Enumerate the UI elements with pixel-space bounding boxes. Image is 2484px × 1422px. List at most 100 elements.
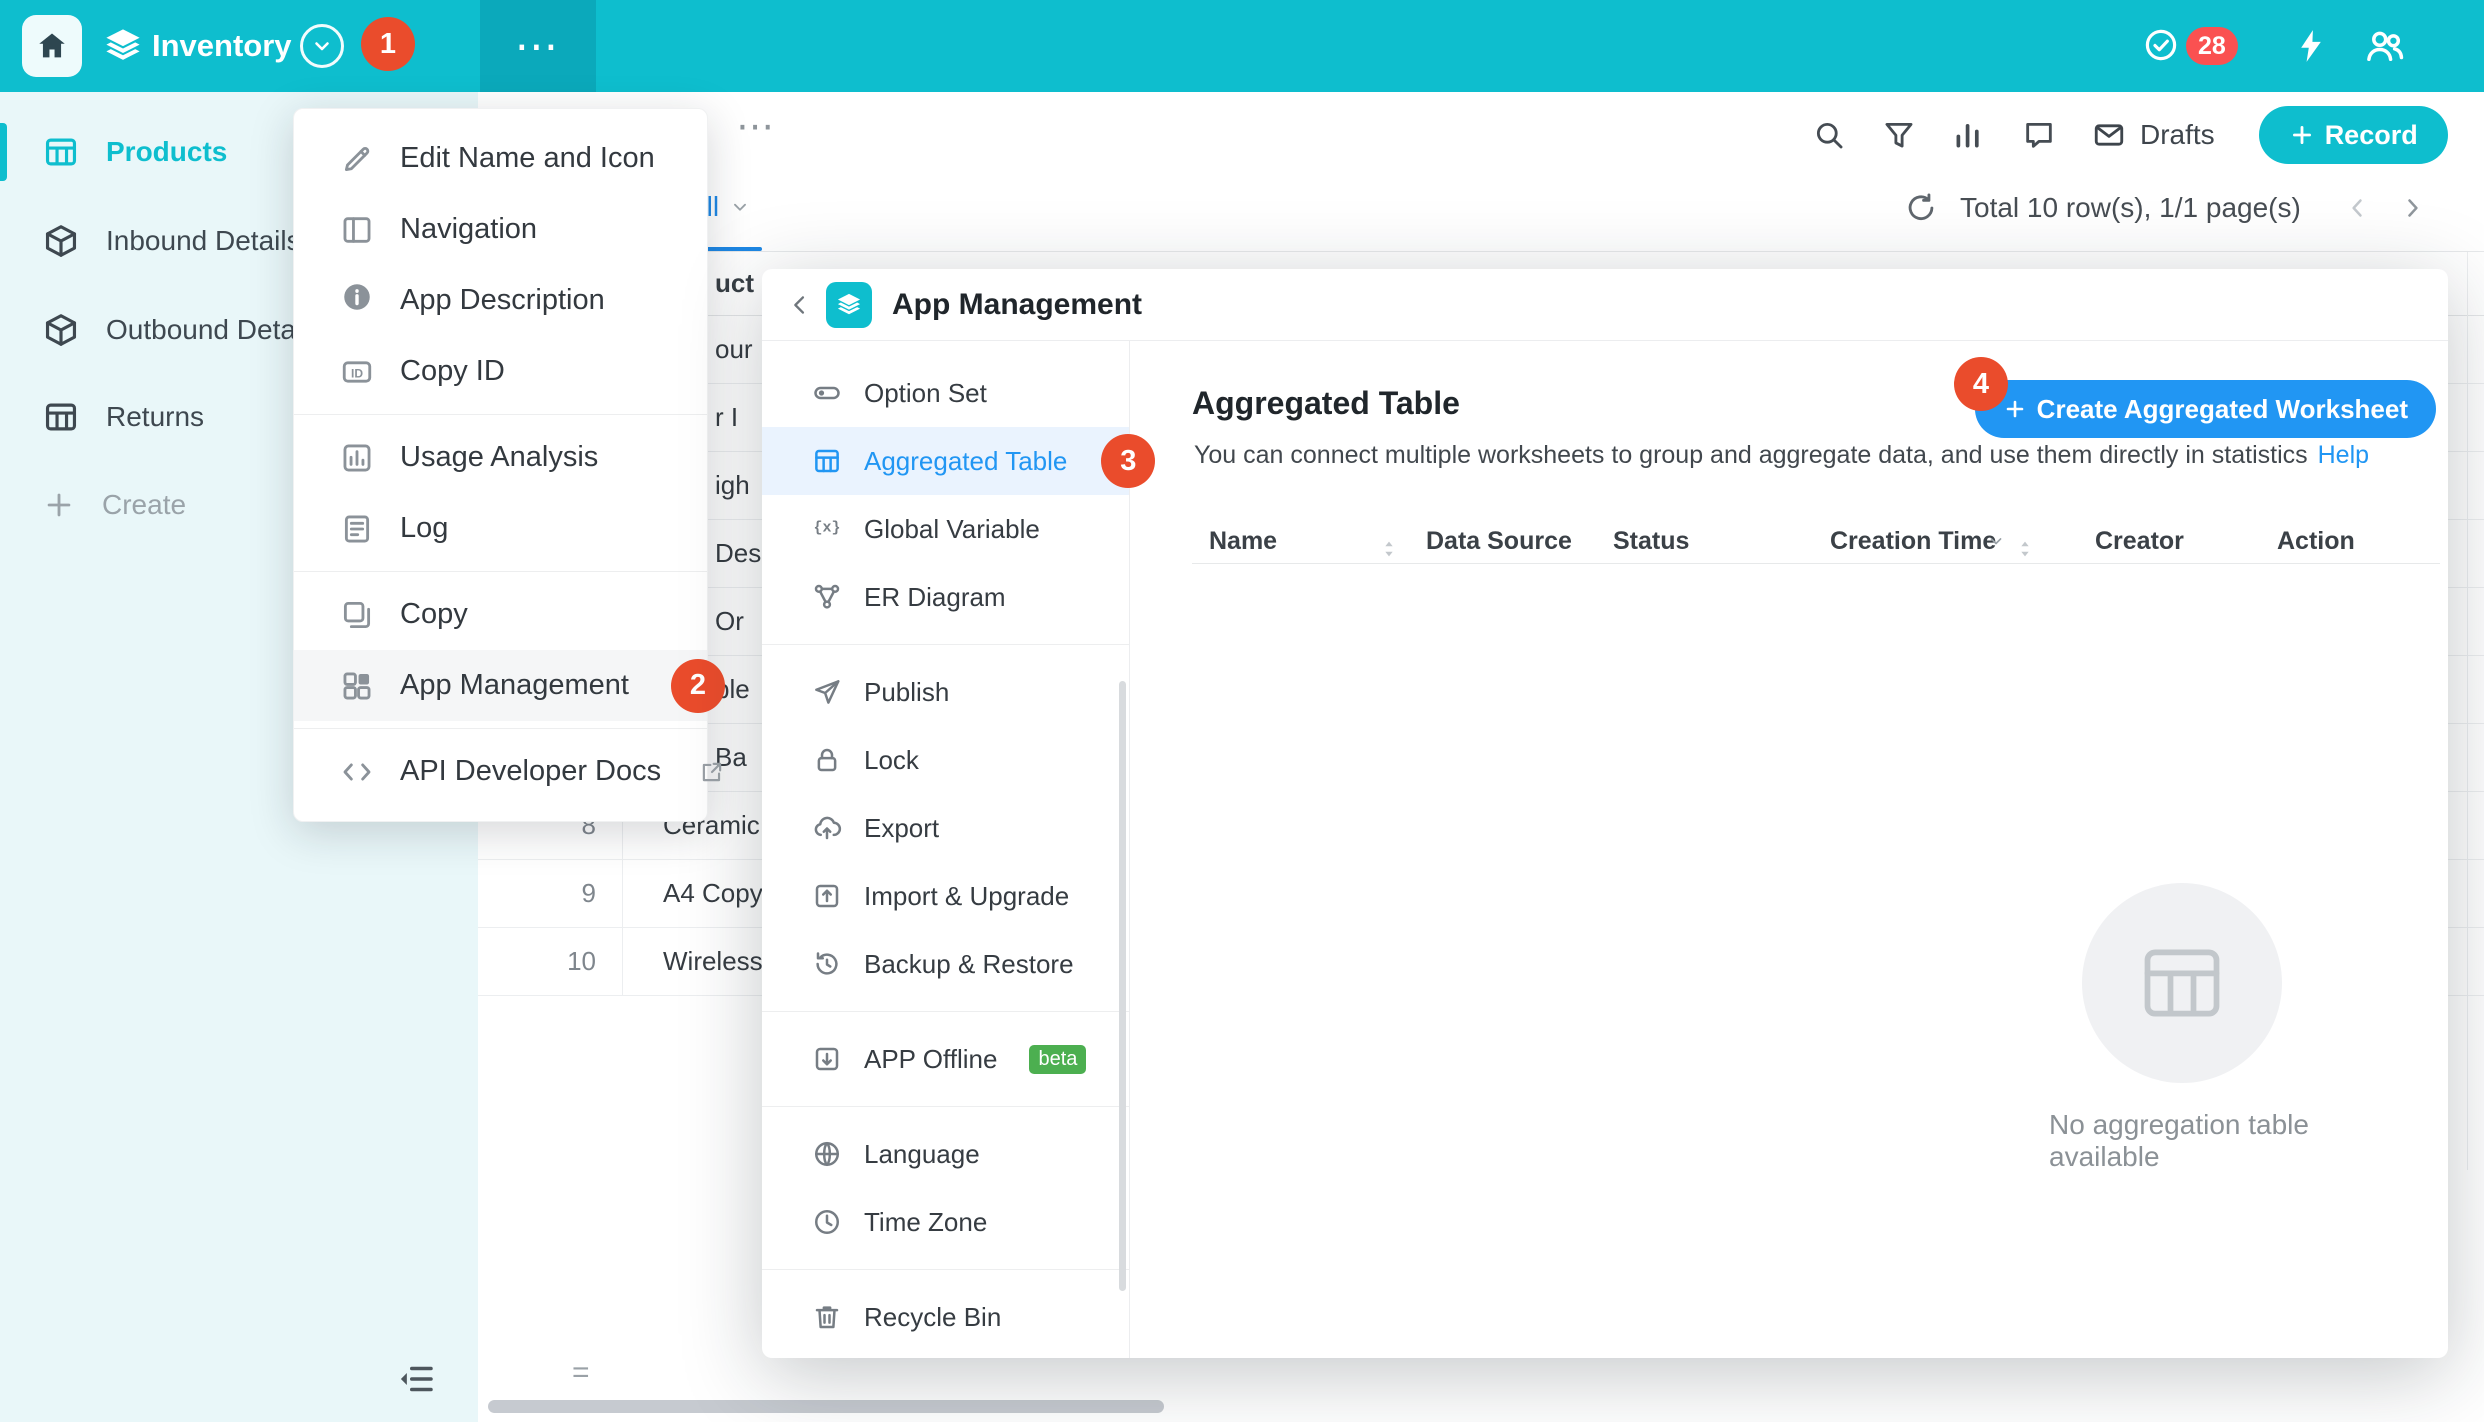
menu-item-app-management[interactable]: App Management 2 xyxy=(294,650,707,721)
plus-icon xyxy=(2003,397,2027,421)
cell-text: r I xyxy=(715,383,738,451)
row-number: 10 xyxy=(548,927,596,995)
app-logo-icon xyxy=(102,25,144,72)
collapse-sidebar-icon[interactable] xyxy=(396,1358,438,1400)
nav-item-app-offline[interactable]: APP Offline beta xyxy=(762,1025,1129,1093)
lock-icon xyxy=(812,745,842,775)
nav-item-label: Language xyxy=(864,1139,980,1170)
nav-item-export[interactable]: Export xyxy=(762,794,1129,862)
chevron-down-icon[interactable] xyxy=(1986,531,2006,551)
worksheet-icon xyxy=(42,133,80,171)
aggregation-table-header: Name Data Source Status Creation Time Cr… xyxy=(1130,519,2448,563)
nav-item-global-variable[interactable]: {x} Global Variable xyxy=(762,495,1129,563)
nav-item-label: Time Zone xyxy=(864,1207,987,1238)
menu-item-label: Navigation xyxy=(400,213,537,246)
nav-scrollbar[interactable] xyxy=(1119,681,1126,1291)
cell-text: igh xyxy=(715,451,750,519)
chevron-down-icon[interactable] xyxy=(729,196,751,218)
sort-icon[interactable] xyxy=(2014,530,2036,574)
column-status: Status xyxy=(1613,519,1689,563)
home-button[interactable] xyxy=(22,15,82,77)
menu-divider xyxy=(294,571,707,572)
nav-item-recycle-bin[interactable]: Recycle Bin xyxy=(762,1283,1129,1351)
menu-item-usage-analysis[interactable]: Usage Analysis xyxy=(294,422,707,493)
log-icon xyxy=(340,512,374,546)
dialog-content: Aggregated Table You can connect multipl… xyxy=(1130,341,2448,1358)
nav-item-aggregated-table[interactable]: Aggregated Table 3 xyxy=(762,427,1129,495)
nav-item-label: Import & Upgrade xyxy=(864,881,1069,912)
summary-icon[interactable]: = xyxy=(572,1356,590,1390)
variable-icon: {x} xyxy=(812,511,842,548)
nav-item-label: Global Variable xyxy=(864,514,1040,545)
drafts-label: Drafts xyxy=(2140,119,2215,151)
description-text: You can connect multiple worksheets to g… xyxy=(1194,441,2308,469)
menu-item-copy-id[interactable]: ID Copy ID xyxy=(294,336,707,407)
column-header-fragment: uct xyxy=(715,252,754,315)
nav-item-backup-restore[interactable]: Backup & Restore xyxy=(762,930,1129,998)
nav-item-language[interactable]: Language xyxy=(762,1120,1129,1188)
menu-item-navigation[interactable]: Navigation xyxy=(294,194,707,265)
horizontal-scrollbar[interactable] xyxy=(488,1400,1164,1413)
nav-item-lock[interactable]: Lock xyxy=(762,726,1129,794)
plus-icon xyxy=(2289,122,2315,148)
menu-item-api-developer-docs[interactable]: API Developer Docs xyxy=(294,736,707,807)
help-link[interactable]: Help xyxy=(2318,441,2369,469)
add-record-label: Record xyxy=(2325,120,2418,151)
menu-item-label: Copy ID xyxy=(400,355,505,388)
plus-icon xyxy=(42,488,76,522)
row-number: 9 xyxy=(548,859,596,927)
discussion-icon[interactable] xyxy=(2022,118,2056,152)
menu-item-label: API Developer Docs xyxy=(400,755,661,788)
column-divider xyxy=(2467,252,2468,1170)
more-apps-tab[interactable]: ⋯ xyxy=(480,0,596,92)
nav-item-import-upgrade[interactable]: Import & Upgrade xyxy=(762,862,1129,930)
nav-item-label: Option Set xyxy=(864,378,987,409)
nav-item-label: APP Offline xyxy=(864,1044,997,1075)
column-creation-time: Creation Time xyxy=(1830,519,1996,563)
filter-icon[interactable] xyxy=(1882,118,1916,152)
page-previous-icon[interactable] xyxy=(2343,193,2373,223)
refresh-icon[interactable] xyxy=(1904,191,1938,225)
statistics-icon[interactable] xyxy=(1952,118,1986,152)
toggle-icon xyxy=(812,378,842,408)
annotation-step-4: 4 xyxy=(1954,357,2008,411)
sort-icon[interactable] xyxy=(1378,530,1400,574)
svg-text:ID: ID xyxy=(351,366,363,380)
approvals-icon[interactable] xyxy=(2142,26,2180,64)
app-menu-trigger[interactable] xyxy=(300,24,344,68)
page-next-icon[interactable] xyxy=(2397,193,2427,223)
workflow-icon[interactable] xyxy=(2292,27,2330,70)
cell-text: our xyxy=(715,315,753,383)
nav-item-label: Lock xyxy=(864,745,919,776)
nav-item-publish[interactable]: Publish xyxy=(762,658,1129,726)
sidebar-item-label: Outbound Details xyxy=(106,314,322,346)
add-record-button[interactable]: Record xyxy=(2259,106,2448,164)
menu-item-copy[interactable]: Copy xyxy=(294,579,707,650)
notification-badge[interactable]: 28 xyxy=(2186,27,2238,65)
er-diagram-icon xyxy=(812,582,842,612)
nav-item-er-diagram[interactable]: ER Diagram xyxy=(762,563,1129,631)
create-button-label: Create Aggregated Worksheet xyxy=(2037,394,2408,425)
nav-item-time-zone[interactable]: Time Zone xyxy=(762,1188,1129,1256)
search-icon[interactable] xyxy=(1812,118,1846,152)
table-header-divider xyxy=(1192,563,2440,564)
info-icon xyxy=(340,280,374,322)
chart-box-icon xyxy=(340,441,374,475)
menu-item-app-description[interactable]: App Description xyxy=(294,265,707,336)
members-icon[interactable] xyxy=(2364,25,2406,67)
create-aggregated-worksheet-button[interactable]: Create Aggregated Worksheet xyxy=(1975,380,2436,438)
menu-item-log[interactable]: Log xyxy=(294,493,707,564)
dialog-nav: Option Set Aggregated Table 3 {x} Global… xyxy=(762,341,1130,1358)
nav-item-option-set[interactable]: Option Set xyxy=(762,359,1129,427)
column-data-source: Data Source xyxy=(1426,519,1572,563)
cell-text: Or xyxy=(715,587,744,655)
menu-item-edit-name-and-icon[interactable]: Edit Name and Icon xyxy=(294,123,707,194)
pencil-icon xyxy=(340,142,374,176)
drafts-button[interactable]: Drafts xyxy=(2092,118,2215,152)
view-more-icon[interactable]: ⋯ xyxy=(736,104,774,149)
nav-item-label: Publish xyxy=(864,677,949,708)
menu-item-label: Usage Analysis xyxy=(400,441,598,474)
empty-state-illustration xyxy=(2082,883,2282,1083)
column-creator: Creator xyxy=(2095,519,2184,563)
back-button[interactable] xyxy=(786,291,814,319)
